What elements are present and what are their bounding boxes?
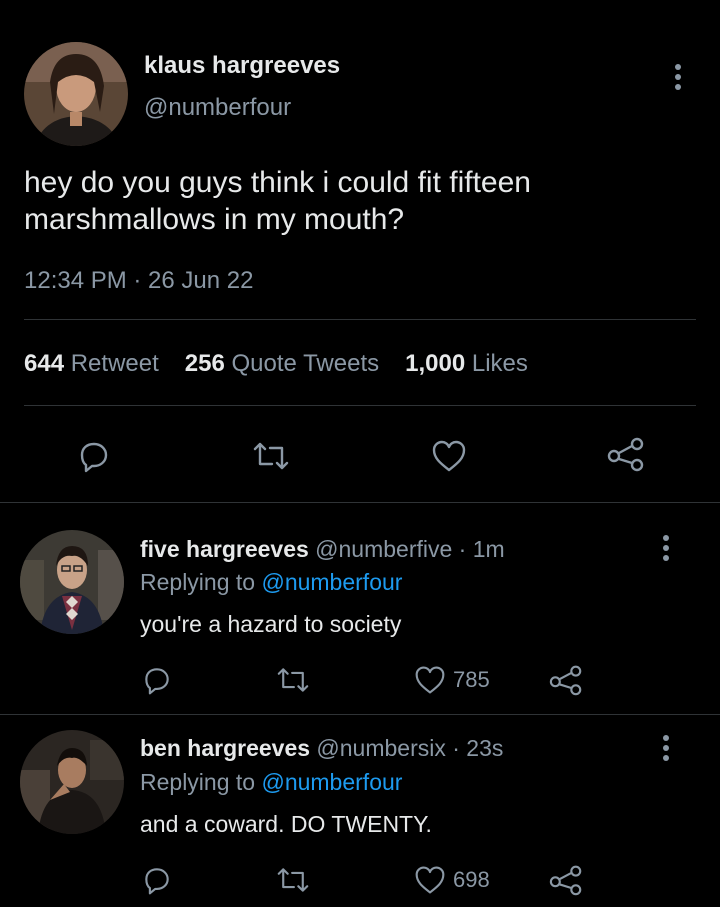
like-icon[interactable] <box>430 438 468 474</box>
tweet-timestamp[interactable]: 12:34 PM · 26 Jun 22 <box>24 267 253 295</box>
divider <box>0 714 720 715</box>
quote-label: Quote Tweets <box>231 350 380 377</box>
quote-count: 256 <box>184 350 225 377</box>
reply-header: five hargreeves @numberfive · 1m <box>140 536 505 563</box>
like-icon <box>413 664 447 696</box>
like-stat[interactable]: 1,000 Likes <box>405 350 528 378</box>
retweet-label: Retweet <box>70 350 159 377</box>
author-handle[interactable]: @numberfour <box>144 94 291 122</box>
retweet-icon[interactable] <box>275 664 311 696</box>
reply-author-name[interactable]: five hargreeves <box>140 536 309 562</box>
divider <box>24 319 696 320</box>
like-count: 698 <box>453 867 490 892</box>
avatar[interactable] <box>24 42 128 146</box>
more-options-icon[interactable] <box>668 62 688 92</box>
quote-stat[interactable]: 256 Quote Tweets <box>185 350 379 378</box>
replying-prefix: Replying to <box>140 769 256 795</box>
like-count: 785 <box>453 667 490 692</box>
reply-icon[interactable] <box>76 438 112 474</box>
like-icon <box>413 864 447 896</box>
share-icon[interactable] <box>548 664 584 696</box>
reply-header: ben hargreeves @numbersix · 23s <box>140 735 503 762</box>
like-button[interactable]: 698 <box>413 864 490 896</box>
tweet-stats: 644 Retweet 256 Quote Tweets 1,000 Likes <box>24 350 528 378</box>
replying-to: Replying to @numberfour <box>140 769 402 796</box>
like-label: Likes <box>471 350 528 377</box>
retweet-stat[interactable]: 644 Retweet <box>24 350 159 378</box>
replying-to: Replying to @numberfour <box>140 569 402 596</box>
retweet-count: 644 <box>24 350 65 377</box>
reply-icon[interactable] <box>140 864 174 896</box>
reply-author-meta[interactable]: @numbersix · 23s <box>316 735 503 761</box>
reply-author-name[interactable]: ben hargreeves <box>140 735 310 761</box>
replying-prefix: Replying to <box>140 569 256 595</box>
reply-icon[interactable] <box>140 664 174 696</box>
like-button[interactable]: 785 <box>413 664 490 696</box>
avatar[interactable] <box>20 730 124 834</box>
retweet-icon[interactable] <box>275 864 311 896</box>
more-options-icon[interactable] <box>656 533 676 563</box>
reply-text: you're a hazard to society <box>140 611 402 637</box>
share-icon[interactable] <box>548 864 584 896</box>
reply-author-meta[interactable]: @numberfive · 1m <box>315 536 505 562</box>
more-options-icon[interactable] <box>656 733 676 763</box>
divider <box>24 405 696 406</box>
author-name[interactable]: klaus hargreeves <box>144 52 340 80</box>
reply-text: and a coward. DO TWENTY. <box>140 811 432 837</box>
tweet-text: hey do you guys think i could fit fiftee… <box>24 166 531 236</box>
avatar[interactable] <box>20 530 124 634</box>
replying-mention[interactable]: @numberfour <box>261 569 402 595</box>
divider <box>0 502 720 503</box>
retweet-icon[interactable] <box>251 438 291 474</box>
like-count: 1,000 <box>405 350 466 377</box>
share-icon[interactable] <box>606 436 646 472</box>
replying-mention[interactable]: @numberfour <box>261 769 402 795</box>
